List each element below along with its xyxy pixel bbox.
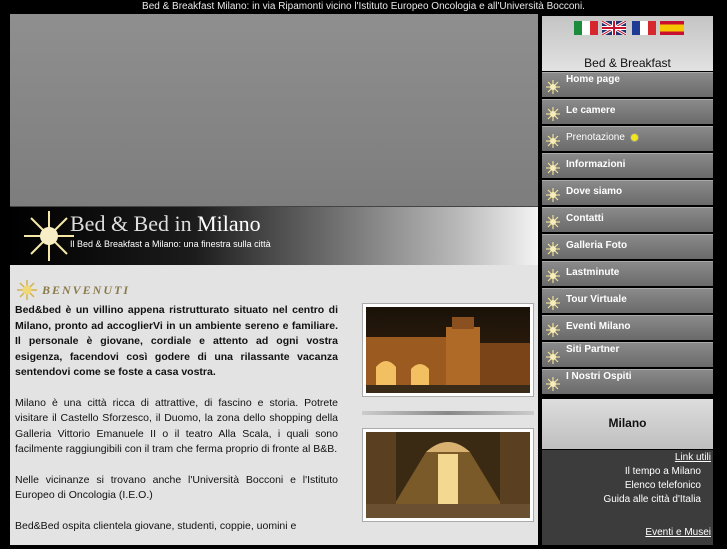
links-heading-events[interactable]: Eventi e Musei — [645, 527, 711, 538]
nearby-paragraph: Nelle vicinanze si trovano anche l'Unive… — [15, 473, 338, 502]
menu-item-tour-virtuale[interactable]: Tour Virtuale — [542, 288, 713, 313]
menu-item-camere[interactable]: Le camere — [542, 99, 713, 124]
sidebar-header: Bed & Breakfast — [542, 16, 713, 71]
banner-title: Bed & Bed in Milano — [70, 211, 261, 236]
menu-item-home[interactable]: Home page — [542, 72, 713, 97]
sidebar-title: Bed & Breakfast — [584, 56, 671, 70]
sun-icon — [17, 280, 37, 300]
city-box: Milano — [542, 399, 713, 449]
sun-bullet-icon — [546, 323, 560, 337]
sun-bullet-icon — [546, 188, 560, 202]
link-weather[interactable]: Il tempo a Milano — [625, 466, 701, 477]
spanish-flag-icon[interactable] — [660, 21, 684, 35]
link-city-guide[interactable]: Guida alle città d'Italia — [603, 494, 701, 505]
french-flag-icon[interactable] — [632, 21, 656, 35]
flash-header-area — [10, 14, 538, 206]
menu-item-prenotazione[interactable]: Prenotazione — [542, 126, 713, 151]
menu-item-nostri-ospiti[interactable]: I Nostri Ospiti — [542, 369, 713, 394]
site-banner: Bed & Bed in Milano Il Bed & Breakfast a… — [10, 206, 538, 266]
sun-bullet-icon — [546, 377, 560, 391]
sun-bullet-icon — [546, 161, 560, 175]
menu-item-contatti[interactable]: Contatti — [542, 207, 713, 232]
italian-flag-icon[interactable] — [574, 21, 598, 35]
intro-paragraph: Bed&bed è un villino appena ristrutturat… — [15, 304, 338, 378]
banner-subtitle: Il Bed & Breakfast a Milano: una finestr… — [70, 239, 271, 249]
city-paragraph: Milano è una città ricca di attrattive, … — [15, 396, 338, 456]
link-phonebook[interactable]: Elenco telefonico — [625, 480, 701, 491]
guests-paragraph: Bed&Bed ospita clientela giovane, studen… — [15, 519, 297, 532]
sun-bullet-icon — [546, 296, 560, 310]
sun-bullet-icon — [546, 269, 560, 283]
main-column: Bed & Bed in Milano Il Bed & Breakfast a… — [10, 14, 538, 545]
welcome-text: Bed&bed è un villino appena ristrutturat… — [15, 303, 338, 549]
sun-bullet-icon — [546, 107, 560, 121]
links-heading[interactable]: Link utili — [675, 452, 711, 463]
menu-item-siti-partner[interactable]: Siti Partner — [542, 342, 713, 367]
galleria-photo — [362, 428, 534, 522]
castello-photo — [362, 303, 534, 397]
photo-divider — [362, 411, 534, 415]
sun-bullet-icon — [546, 350, 560, 364]
menu-item-dove-siamo[interactable]: Dove siamo — [542, 180, 713, 205]
menu-item-lastminute[interactable]: Lastminute — [542, 261, 713, 286]
content-area: BENVENUTI Bed&bed è un villino appena ri… — [10, 265, 538, 545]
status-dot-icon — [629, 132, 639, 142]
sidebar: Bed & Breakfast Home page Le camere Pren… — [540, 14, 715, 545]
menu-item-eventi-milano[interactable]: Eventi Milano — [542, 315, 713, 340]
menu-item-informazioni[interactable]: Informazioni — [542, 153, 713, 178]
uk-flag-icon[interactable] — [602, 21, 626, 35]
site-tagline: Bed & Breakfast Milano: in via Ripamonti… — [0, 0, 727, 14]
sun-bullet-icon — [546, 242, 560, 256]
useful-links: Link utili Il tempo a Milano Elenco tele… — [542, 450, 713, 545]
sun-logo-icon — [24, 211, 74, 261]
sun-bullet-icon — [546, 134, 560, 148]
menu-item-galleria-foto[interactable]: Galleria Foto — [542, 234, 713, 259]
sun-bullet-icon — [546, 215, 560, 229]
sun-bullet-icon — [546, 80, 560, 94]
